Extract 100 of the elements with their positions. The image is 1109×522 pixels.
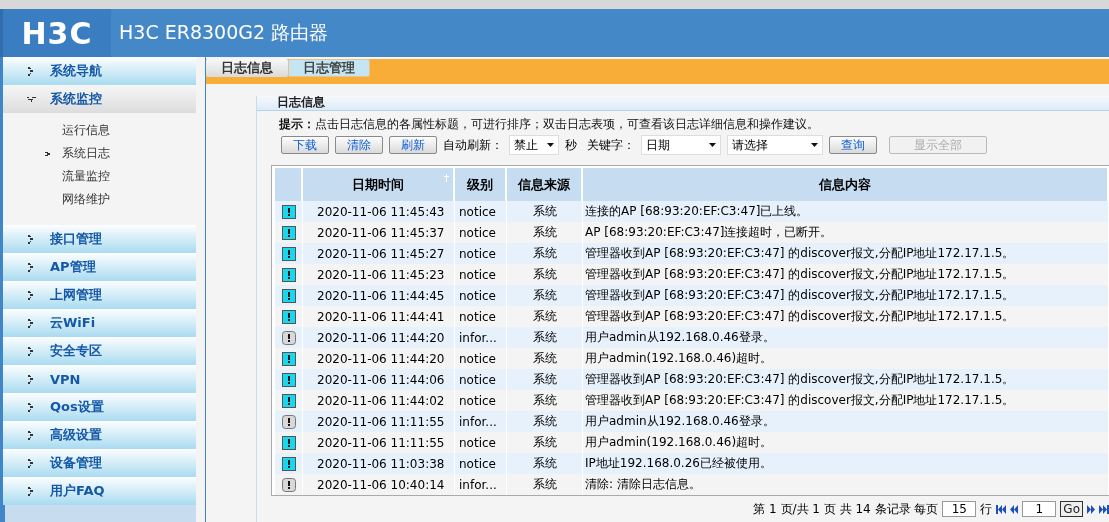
right-chevron-icon bbox=[27, 374, 36, 384]
per-page-field[interactable]: 15 bbox=[942, 501, 977, 517]
nav-item[interactable]: AP管理 bbox=[3, 253, 196, 281]
message-cell: 用户admin(192.168.0.46)超时。 bbox=[583, 348, 1108, 369]
source-cell: 系统 bbox=[507, 201, 582, 222]
query-button[interactable]: 查询 bbox=[829, 136, 877, 154]
auto-refresh-label: 自动刷新： bbox=[443, 136, 503, 154]
column-header[interactable]: 日期时间 bbox=[303, 168, 454, 201]
message-cell: 管理器收到AP [68:93:20:EF:C3:47] 的discover报文,分配IP地址172.17.1.5。 bbox=[583, 285, 1108, 306]
right-chevron-icon bbox=[27, 290, 36, 300]
column-header[interactable]: 级别 bbox=[455, 168, 506, 201]
level-cell: notice bbox=[455, 222, 506, 243]
message-cell: 管理器收到AP [68:93:20:EF:C3:47] 的discover报文,分配IP地址172.17.1.5。 bbox=[583, 390, 1108, 411]
right-chevron-icon bbox=[27, 430, 36, 440]
refresh-dropdown[interactable]: 禁止 bbox=[509, 135, 559, 155]
source-cell: 系统 bbox=[507, 285, 582, 306]
level-cell: notice bbox=[455, 306, 506, 327]
source-cell: 系统 bbox=[507, 327, 582, 348]
time-cell: 2020-11-06 11:11:55 bbox=[303, 432, 454, 453]
time-cell: 2020-11-06 11:45:43 bbox=[303, 201, 454, 222]
keyword-label: 关键字： bbox=[587, 136, 635, 154]
right-chevron-icon bbox=[27, 262, 36, 272]
source-cell: 系统 bbox=[507, 411, 582, 432]
action-button[interactable]: 下载 bbox=[281, 136, 329, 154]
action-button[interactable]: 清除 bbox=[335, 136, 383, 154]
nav-item[interactable]: 接口管理 bbox=[3, 225, 196, 253]
time-cell: 2020-11-06 11:44:20 bbox=[303, 348, 454, 369]
caret-icon bbox=[811, 143, 818, 147]
go-button[interactable]: Go bbox=[1060, 501, 1083, 517]
nav-item[interactable]: 云WiFi bbox=[3, 309, 196, 337]
level-cell: notice bbox=[455, 348, 506, 369]
right-chevron-icon bbox=[27, 486, 36, 496]
nav-item[interactable]: 上网管理 bbox=[3, 281, 196, 309]
source-cell: 系统 bbox=[507, 306, 582, 327]
tab[interactable]: 日志管理 bbox=[288, 59, 370, 77]
source-cell: 系统 bbox=[507, 474, 582, 495]
level-cell: notice bbox=[455, 369, 506, 390]
keyword-dropdown[interactable]: 日期 bbox=[641, 135, 721, 155]
nav-item[interactable]: 用户FAQ bbox=[3, 477, 196, 505]
source-cell: 系统 bbox=[507, 453, 582, 474]
nav-item[interactable]: 设备管理 bbox=[3, 449, 196, 477]
column-header[interactable]: 信息内容 bbox=[583, 168, 1108, 201]
down-chevron-icon bbox=[27, 94, 36, 104]
panel-title: 日志信息 bbox=[257, 96, 1109, 111]
time-cell: 2020-11-06 11:45:27 bbox=[303, 243, 454, 264]
time-cell: 2020-11-06 10:40:14 bbox=[303, 474, 454, 495]
last-page-icon bbox=[1099, 504, 1109, 514]
level-cell: notice bbox=[455, 390, 506, 411]
value-dropdown[interactable]: 请选择 bbox=[727, 135, 823, 155]
source-cell: 系统 bbox=[507, 432, 582, 453]
message-cell: 用户admin从192.168.0.46登录。 bbox=[583, 411, 1108, 432]
message-cell: 管理器收到AP [68:93:20:EF:C3:47] 的discover报文,分配IP地址172.17.1.5。 bbox=[583, 264, 1108, 285]
message-cell: 用户admin从192.168.0.46登录。 bbox=[583, 327, 1108, 348]
level-cell: notice bbox=[455, 201, 506, 222]
nav-item[interactable]: VPN bbox=[3, 365, 196, 393]
time-cell: 2020-11-06 11:45:37 bbox=[303, 222, 454, 243]
time-cell: 2020-11-06 11:03:38 bbox=[303, 453, 454, 474]
nav-item[interactable]: Qos设置 bbox=[3, 393, 196, 421]
caret-icon bbox=[709, 143, 716, 147]
message-cell: 清除: 清除日志信息。 bbox=[583, 474, 1108, 495]
right-chevron-icon bbox=[27, 234, 36, 244]
nav-item[interactable]: 高级设置 bbox=[3, 421, 196, 449]
previous-page-icon bbox=[1010, 504, 1019, 514]
message-cell: IP地址192.168.0.26已经被使用。 bbox=[583, 453, 1108, 474]
right-chevron-icon bbox=[27, 66, 36, 76]
nav-subitem[interactable]: 系统日志 bbox=[3, 142, 196, 165]
nav-subitem[interactable]: 网络维护 bbox=[3, 188, 196, 211]
tip-label: 提示： bbox=[279, 116, 315, 133]
page-field[interactable]: 1 bbox=[1022, 501, 1057, 517]
source-cell: 系统 bbox=[507, 390, 582, 411]
column-header[interactable]: 信息来源 bbox=[507, 168, 582, 201]
level-cell: notice bbox=[455, 243, 506, 264]
caret-icon bbox=[547, 143, 554, 147]
level-cell: notice bbox=[455, 453, 506, 474]
time-cell: 2020-11-06 11:44:06 bbox=[303, 369, 454, 390]
nav-item[interactable]: 系统导航 bbox=[3, 57, 196, 85]
action-button[interactable]: 刷新 bbox=[389, 136, 437, 154]
source-cell: 系统 bbox=[507, 243, 582, 264]
nav-subitem[interactable]: 运行信息 bbox=[3, 119, 196, 142]
time-cell: 2020-11-06 11:44:41 bbox=[303, 306, 454, 327]
time-cell: 2020-11-06 11:44:20 bbox=[303, 327, 454, 348]
source-cell: 系统 bbox=[507, 264, 582, 285]
nav-item[interactable]: 安全专区 bbox=[3, 337, 196, 365]
source-cell: 系统 bbox=[507, 222, 582, 243]
nav-subitem[interactable]: 流量监控 bbox=[3, 165, 196, 188]
pager-text: 第 1 页/共 1 页 共 14 条记录 每页 bbox=[753, 500, 939, 518]
time-cell: 2020-11-06 11:44:45 bbox=[303, 285, 454, 306]
right-chevron-icon bbox=[27, 458, 36, 468]
message-cell: 管理器收到AP [68:93:20:EF:C3:47] 的discover报文,分配IP地址172.17.1.5。 bbox=[583, 306, 1108, 327]
right-chevron-icon bbox=[27, 318, 36, 328]
rows-label: 行 bbox=[980, 500, 993, 518]
message-cell: AP [68:93:20:EF:C3:47]连接超时，已断开。 bbox=[583, 222, 1108, 243]
level-cell: infor... bbox=[455, 474, 506, 495]
first-page-icon bbox=[996, 504, 1007, 514]
message-cell: 管理器收到AP [68:93:20:EF:C3:47] 的discover报文,分配IP地址172.17.1.5。 bbox=[583, 369, 1108, 390]
nav-item[interactable]: 系统监控 bbox=[3, 85, 196, 113]
time-cell: 2020-11-06 11:44:02 bbox=[303, 390, 454, 411]
message-cell: 管理器收到AP [68:93:20:EF:C3:47] 的discover报文,分配IP地址172.17.1.5。 bbox=[583, 243, 1108, 264]
level-cell: notice bbox=[455, 264, 506, 285]
tab[interactable]: 日志信息 bbox=[206, 59, 288, 77]
